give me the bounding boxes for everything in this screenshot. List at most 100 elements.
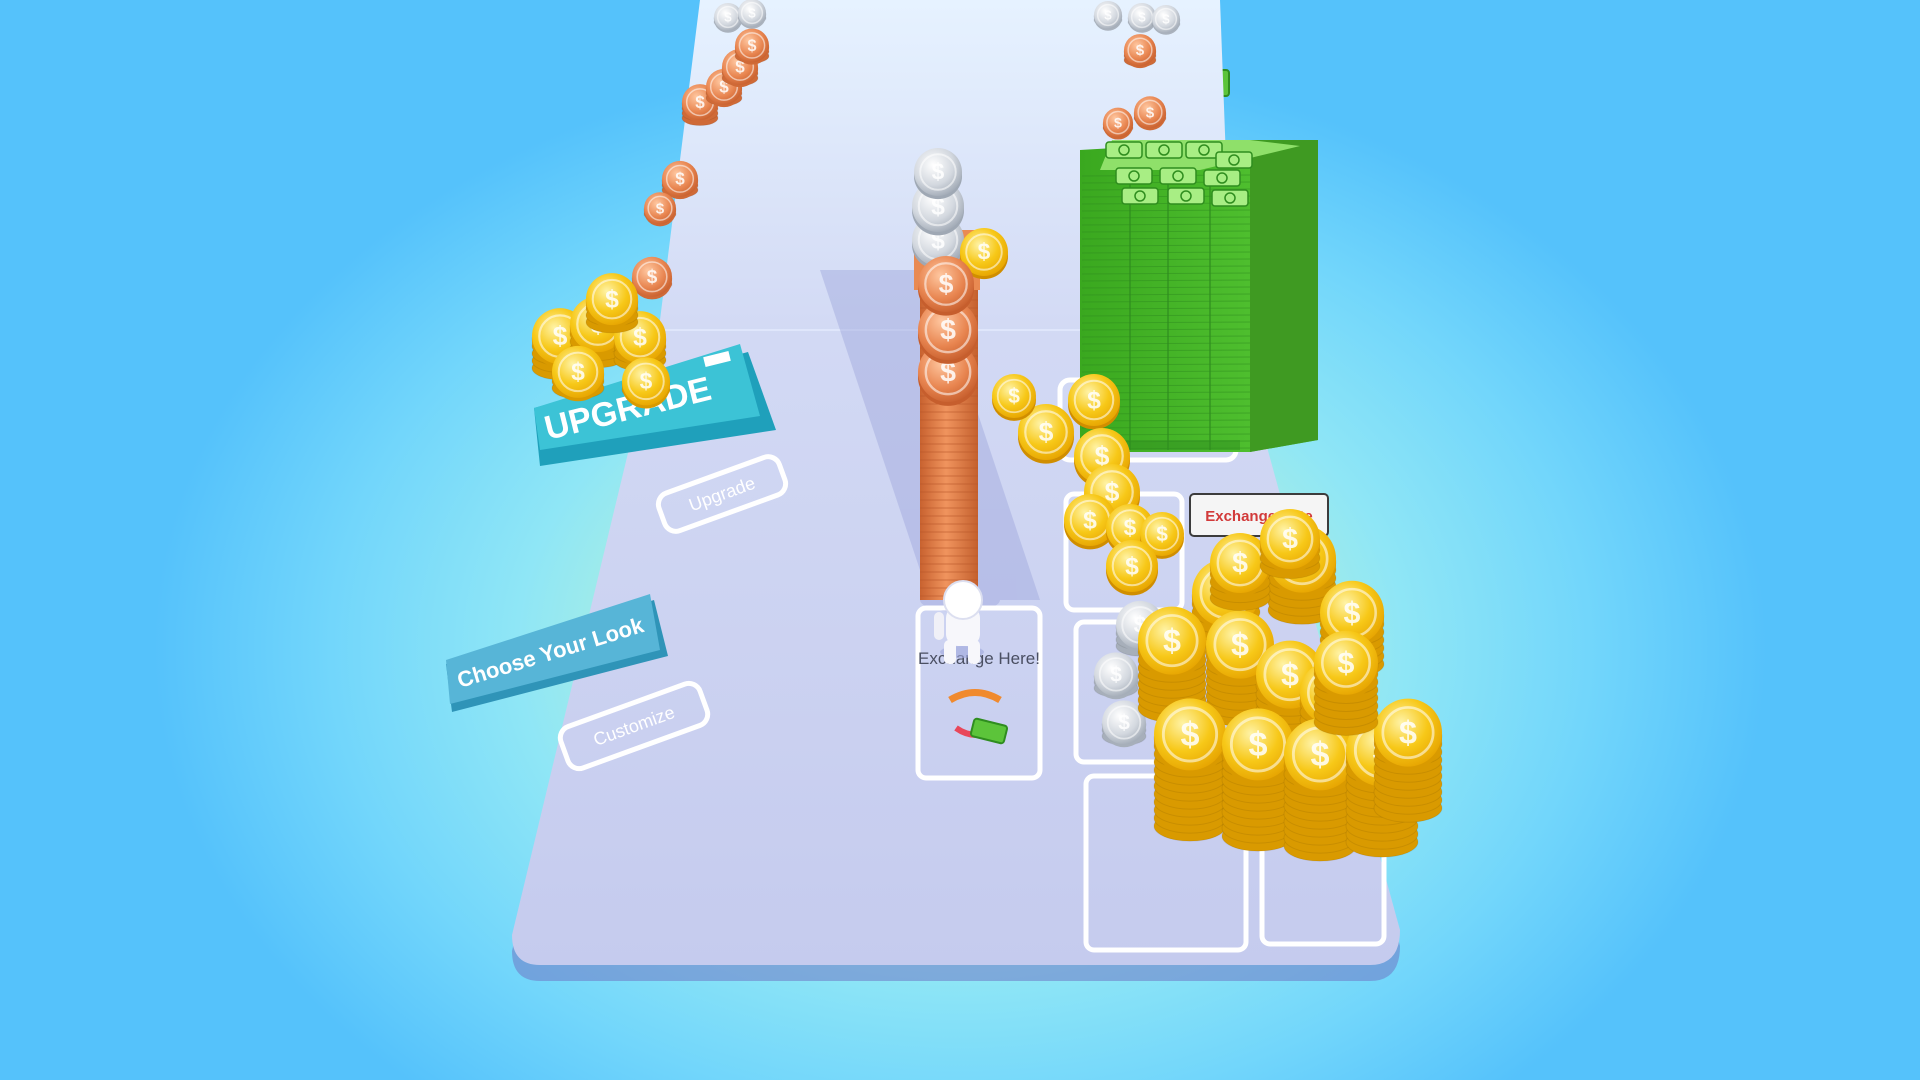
far-silver-stack-2-top: $ <box>1094 0 1122 31</box>
far-copper-stack-5: $ <box>643 192 677 227</box>
svg-text:$: $ <box>633 324 647 351</box>
right-gold-stack-12-top: $ <box>1314 630 1378 699</box>
right-silver-stack-1: $ <box>1093 652 1139 700</box>
cash-bundle-9 <box>1211 189 1249 207</box>
far-copper-stack-7-top: $ <box>1124 34 1156 69</box>
upgrade-gold-stack-4-top: $ <box>552 345 604 402</box>
svg-text:$: $ <box>553 321 568 351</box>
svg-text:$: $ <box>656 200 665 217</box>
svg-text:$: $ <box>1281 656 1299 692</box>
far-copper-stack-8: $ <box>1133 96 1167 131</box>
svg-text:$: $ <box>932 159 945 185</box>
right-gold-stack-7: $ <box>1153 698 1227 842</box>
right-gold-stack-14: $ <box>1259 509 1321 580</box>
right-gold-stack-12: $ <box>1313 630 1379 736</box>
flying-gold-coin-5: $ <box>992 374 1036 421</box>
flying-gold-coin-1: $ <box>1068 374 1120 430</box>
upgrade-gold-stack-4: $ <box>551 345 605 402</box>
far-silver-stack-3: $ <box>1127 2 1157 33</box>
upgrade-gold-stack-3: $ <box>585 273 639 334</box>
far-silver-stack-4: $ <box>1151 4 1181 35</box>
svg-text:$: $ <box>748 5 756 20</box>
upgrade-gold-stack-5-top: $ <box>622 357 670 409</box>
right-gold-stack-8-top: $ <box>1222 708 1294 786</box>
cash-bundle-6 <box>1203 169 1241 187</box>
right-gold-stack-11-top: $ <box>1374 698 1442 772</box>
upgrade-gold-stack-5: $ <box>621 357 671 409</box>
svg-text:$: $ <box>1124 515 1137 541</box>
far-copper-stack-9-top: $ <box>1103 107 1133 140</box>
cash-bundle-4 <box>1115 167 1153 185</box>
svg-text:$: $ <box>675 170 685 189</box>
svg-text:$: $ <box>1087 387 1101 414</box>
cash-bundle-1 <box>1145 141 1183 159</box>
svg-text:$: $ <box>1146 104 1155 121</box>
cash-bundle-0 <box>1105 141 1143 159</box>
cash-bundle-3 <box>1215 151 1253 169</box>
svg-text:$: $ <box>1282 524 1298 556</box>
right-gold-stack-14-top: $ <box>1260 509 1320 573</box>
right-gold-stack-8: $ <box>1221 708 1295 852</box>
svg-text:$: $ <box>1138 9 1146 24</box>
svg-text:$: $ <box>1110 663 1122 686</box>
svg-text:$: $ <box>978 239 991 265</box>
right-silver-stack-1-top: $ <box>1094 652 1138 700</box>
cash-bundle-8 <box>1167 187 1205 205</box>
svg-text:$: $ <box>939 269 954 299</box>
copper-coin-faces: $$$ <box>918 256 978 406</box>
svg-text:$: $ <box>940 315 956 347</box>
svg-text:$: $ <box>1156 523 1168 546</box>
right-gold-stack-9: $ <box>1283 718 1357 862</box>
far-copper-stack-6: $ <box>631 256 673 300</box>
far-copper-stack-5-top: $ <box>644 192 676 227</box>
far-copper-stack-8-top: $ <box>1134 96 1166 131</box>
svg-text:$: $ <box>1114 115 1122 131</box>
svg-text:$: $ <box>605 286 619 313</box>
game-scene: Upgrade Customize Exchange Here! UPGRADE… <box>446 0 1443 981</box>
svg-text:$: $ <box>571 359 585 386</box>
svg-text:$: $ <box>1248 726 1267 764</box>
svg-text:$: $ <box>640 368 653 394</box>
svg-text:$: $ <box>724 9 732 24</box>
far-silver-stack-1: $ <box>737 0 767 29</box>
svg-text:$: $ <box>1118 711 1130 734</box>
far-copper-stack-3-top: $ <box>735 28 769 65</box>
far-silver-stack-3-top: $ <box>1128 2 1156 33</box>
svg-text:$: $ <box>1231 626 1249 662</box>
svg-text:$: $ <box>1163 622 1181 658</box>
svg-text:$: $ <box>1310 736 1329 774</box>
upgrade-gold-stack-3-top: $ <box>586 273 638 329</box>
svg-text:$: $ <box>1338 646 1355 680</box>
svg-text:$: $ <box>1344 596 1361 630</box>
svg-text:$: $ <box>1232 548 1248 580</box>
far-copper-stack-9: $ <box>1102 107 1134 140</box>
svg-text:$: $ <box>1136 42 1145 59</box>
far-copper-stack-4: $ <box>661 160 699 200</box>
svg-text:$: $ <box>1180 716 1199 754</box>
right-gold-stack-11: $ <box>1373 698 1443 823</box>
svg-text:$: $ <box>1162 11 1170 26</box>
svg-text:$: $ <box>1104 7 1112 22</box>
far-copper-stack-3: $ <box>734 28 770 65</box>
cash-bundle-7 <box>1121 187 1159 205</box>
far-copper-stack-7: $ <box>1123 34 1157 69</box>
flying-gold-coin-8: $ <box>1106 540 1158 596</box>
silver-coin-2: $ <box>914 148 962 200</box>
copper-coin-2: $ <box>918 256 974 316</box>
svg-text:$: $ <box>1039 417 1054 447</box>
right-gold-stack-3-top: $ <box>1138 606 1206 680</box>
svg-text:$: $ <box>1399 714 1417 750</box>
svg-text:$: $ <box>1083 507 1097 534</box>
far-copper-stack-6-top: $ <box>632 256 672 300</box>
far-silver-stack-1-top: $ <box>738 0 766 29</box>
far-silver-stack-2: $ <box>1093 0 1123 31</box>
svg-text:$: $ <box>647 267 658 288</box>
svg-text:$: $ <box>748 37 757 55</box>
far-silver-stack-4-top: $ <box>1152 4 1180 35</box>
svg-text:$: $ <box>695 93 705 112</box>
cash-bundle-5 <box>1159 167 1197 185</box>
svg-text:$: $ <box>1125 553 1139 580</box>
right-gold-stack-7-top: $ <box>1154 698 1226 776</box>
svg-text:$: $ <box>1008 385 1020 408</box>
far-copper-stack-4-top: $ <box>662 160 698 200</box>
